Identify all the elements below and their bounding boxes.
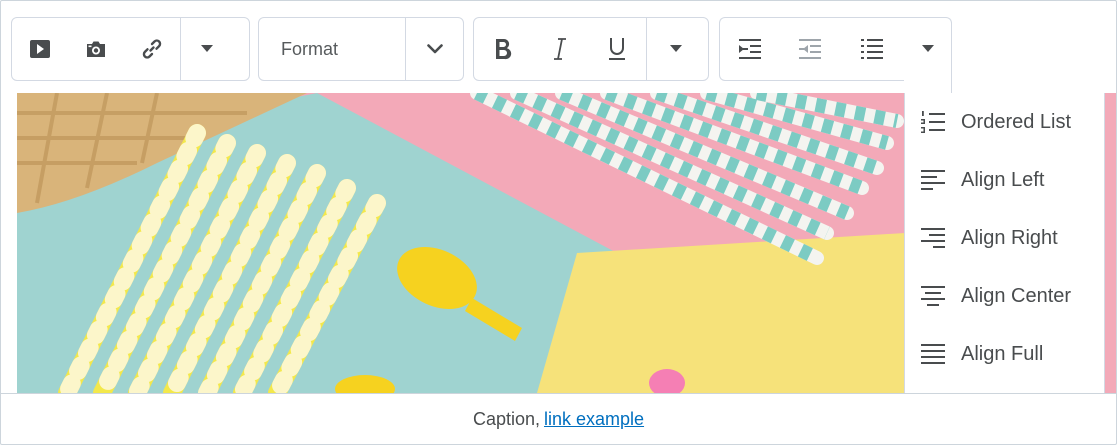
menu-item-align-full[interactable]: Align Full	[905, 325, 1104, 383]
insert-link-button[interactable]	[124, 18, 180, 80]
menu-item-align-left[interactable]: Align Left	[905, 151, 1104, 209]
align-center-icon	[921, 286, 945, 306]
format-group: Format	[258, 17, 464, 81]
format-dropdown-button[interactable]	[406, 18, 463, 80]
menu-item-label: Align Right	[961, 226, 1058, 249]
bullet-list-button[interactable]	[840, 18, 904, 80]
bold-button[interactable]	[474, 18, 532, 80]
video-play-icon	[30, 40, 50, 58]
menu-item-label: Align Center	[961, 284, 1072, 307]
outdent-icon	[799, 39, 821, 59]
menu-item-align-center[interactable]: Align Center	[905, 267, 1104, 325]
editor-frame: Format Ordered List Align Left Align Rig…	[0, 0, 1117, 445]
menu-item-label: Ordered List	[961, 110, 1072, 133]
menu-item-label: Align Left	[961, 168, 1045, 191]
more-paragraph-button[interactable]	[905, 18, 951, 80]
paragraph-more-menu: Ordered List Align Left Align Right Alig…	[904, 93, 1105, 393]
caption-text: Caption,	[472, 409, 540, 429]
bold-icon	[496, 38, 512, 60]
format-dropdown-label[interactable]: Format	[259, 18, 405, 80]
italic-icon	[554, 38, 566, 60]
ordered-list-icon	[921, 111, 945, 133]
menu-item-align-right[interactable]: Align Right	[905, 209, 1104, 267]
caret-down-icon	[670, 45, 682, 52]
insert-video-button[interactable]	[12, 18, 68, 80]
outdent-button[interactable]	[780, 18, 840, 80]
more-insert-button[interactable]	[181, 18, 233, 80]
align-left-icon	[921, 170, 945, 190]
image-caption[interactable]: Caption, link example	[1, 393, 1116, 444]
underline-button[interactable]	[588, 18, 646, 80]
align-full-icon	[921, 344, 945, 364]
caret-down-icon	[201, 45, 213, 52]
link-icon	[142, 39, 162, 59]
menu-item-ordered-list[interactable]: Ordered List	[905, 93, 1104, 151]
paragraph-group	[719, 17, 905, 81]
editor-image[interactable]	[17, 93, 905, 393]
bullet-list-icon	[861, 39, 883, 59]
insert-image-button[interactable]	[68, 18, 124, 80]
editor-toolbar: Format	[1, 1, 1116, 95]
insert-group	[11, 17, 250, 81]
menu-item-label: Align Full	[961, 342, 1044, 365]
italic-button[interactable]	[532, 18, 588, 80]
editor-image-edge	[1105, 93, 1116, 393]
align-right-icon	[921, 228, 945, 248]
more-formatting-button[interactable]	[647, 18, 705, 80]
caret-down-icon	[922, 45, 934, 52]
camera-icon	[87, 41, 105, 57]
indent-button[interactable]	[720, 18, 780, 80]
indent-icon	[739, 39, 761, 59]
party-straws-photo	[17, 93, 905, 393]
text-style-group	[473, 17, 709, 81]
underline-icon	[609, 38, 625, 60]
chevron-down-icon	[426, 44, 443, 54]
caption-link[interactable]: link example	[544, 409, 644, 430]
